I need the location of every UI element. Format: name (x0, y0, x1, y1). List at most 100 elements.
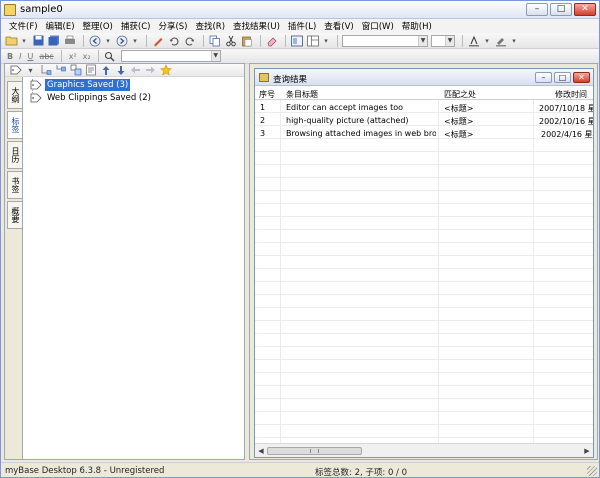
down-icon[interactable] (114, 64, 127, 77)
menu-capture[interactable]: 捕获(C) (117, 20, 155, 32)
chevron-down-icon[interactable]: ▾ (322, 34, 330, 47)
format-toolbar: B I U abc x² x₂ ▼ (1, 49, 599, 64)
column-header-match[interactable]: 匹配之处 (444, 89, 476, 100)
results-window-icon (259, 73, 269, 82)
right-icon[interactable] (144, 64, 157, 77)
find-icon[interactable] (103, 50, 117, 63)
menu-plugins[interactable]: 插件(L) (284, 20, 320, 32)
underline-button[interactable]: U (24, 52, 36, 61)
chevron-down-icon[interactable]: ▾ (131, 34, 139, 47)
eraser-icon[interactable] (265, 34, 279, 47)
star-icon[interactable] (159, 64, 172, 77)
chevron-down-icon[interactable]: ▾ (24, 64, 37, 77)
scroll-right-icon[interactable]: ▶ (582, 446, 592, 456)
undo-icon[interactable] (167, 34, 181, 47)
column-header-index[interactable]: 序号 (259, 89, 275, 100)
chevron-down-icon[interactable]: ▾ (104, 34, 112, 47)
tab-overview[interactable]: 概要 (7, 201, 22, 229)
tab-outline[interactable]: 大纲 (7, 81, 22, 109)
title-bar[interactable]: sample0 – □ ✕ (1, 1, 599, 19)
chevron-down-icon[interactable]: ▾ (20, 34, 28, 47)
resize-grip-icon[interactable] (587, 466, 597, 476)
row-match: <标题> (444, 104, 474, 113)
row-match: <标题> (444, 117, 474, 126)
menu-help[interactable]: 帮助(H) (398, 20, 436, 32)
cut-icon[interactable] (224, 34, 238, 47)
chevron-down-icon[interactable]: ▾ (510, 34, 518, 47)
table-row[interactable]: 2 high-quality picture (attached) <标题> 2… (255, 114, 593, 127)
results-title-bar[interactable]: 查询结果 – □ ✕ (255, 69, 593, 86)
font-family-select[interactable]: ▼ (342, 34, 428, 47)
menu-window[interactable]: 窗口(W) (358, 20, 398, 32)
horizontal-scrollbar[interactable]: ◀ ▶ (255, 443, 593, 457)
tab-bookmarks[interactable]: 书签 (7, 171, 22, 199)
menu-file[interactable]: 文件(F) (5, 20, 42, 32)
pen-icon[interactable] (151, 34, 165, 47)
column-header-modified[interactable]: 修改时间 (555, 89, 587, 100)
tree-item[interactable]: Graphics Saved (3) (30, 78, 131, 91)
move-icon[interactable] (69, 64, 82, 77)
column-header-title[interactable]: 条目标题 (286, 89, 318, 100)
row-title: Editor can accept images too (286, 103, 404, 112)
table-row[interactable]: 3 Browsing attached images in web bro...… (255, 127, 593, 140)
app-window: sample0 – □ ✕ 文件(F) 编辑(E) 整理(O) 捕获(C) 分享… (0, 0, 600, 478)
left-icon[interactable] (129, 64, 142, 77)
close-button[interactable]: ✕ (574, 3, 596, 16)
main-toolbar: ▾ ▾ ▾ ▾ ▼ ▼ ▾ ▾ (1, 33, 599, 49)
menu-edit[interactable]: 编辑(E) (42, 20, 79, 32)
forward-icon[interactable] (115, 34, 129, 47)
minimize-button[interactable]: – (526, 3, 548, 16)
back-icon[interactable] (88, 34, 102, 47)
new-tag-icon[interactable] (39, 64, 52, 77)
text-color-icon[interactable] (467, 34, 481, 47)
tag-icon[interactable] (9, 64, 22, 77)
row-title: Browsing attached images in web bro... (286, 129, 436, 138)
toolbar-separator (285, 34, 286, 47)
maximize-button[interactable]: □ (550, 3, 572, 16)
tag-pane: ▾ 大纲 标签 日历 书签 概要 Graphics Saved (3) Web … (4, 63, 245, 460)
subscript-button[interactable]: x₂ (80, 52, 94, 61)
menu-view[interactable]: 查看(V) (320, 20, 357, 32)
tree-item[interactable]: Web Clippings Saved (2) (30, 91, 153, 104)
results-maximize-button[interactable]: □ (554, 72, 571, 83)
row-index: 3 (260, 129, 266, 138)
bold-button[interactable]: B (4, 52, 16, 61)
menu-share[interactable]: 分享(S) (154, 20, 191, 32)
print-icon[interactable] (63, 34, 77, 47)
properties-icon[interactable] (84, 64, 97, 77)
paste-icon[interactable] (240, 34, 254, 47)
italic-button[interactable]: I (16, 52, 24, 61)
child-tag-icon[interactable] (54, 64, 67, 77)
chevron-down-icon: ▼ (445, 35, 454, 46)
chevron-down-icon[interactable]: ▾ (483, 34, 491, 47)
results-close-button[interactable]: ✕ (573, 72, 590, 83)
redo-icon[interactable] (183, 34, 197, 47)
menu-bar: 文件(F) 编辑(E) 整理(O) 捕获(C) 分享(S) 查找(R) 查找结果… (1, 19, 599, 33)
layout-icon[interactable] (306, 34, 320, 47)
menu-find-results[interactable]: 查找结果(U) (229, 20, 284, 32)
scrollbar-thumb[interactable] (267, 447, 362, 455)
view-icon[interactable] (290, 34, 304, 47)
column-divider (438, 87, 439, 444)
results-title: 查询结果 (273, 75, 308, 85)
menu-find[interactable]: 查找(R) (191, 20, 229, 32)
save-icon[interactable] (31, 34, 45, 47)
highlight-icon[interactable] (494, 34, 508, 47)
open-folder-icon[interactable] (4, 34, 18, 47)
close-icon: ✕ (581, 4, 589, 14)
search-input[interactable]: ▼ (120, 50, 221, 62)
save-all-icon[interactable] (47, 34, 61, 47)
superscript-button[interactable]: x² (66, 52, 80, 61)
table-row[interactable]: 1 Editor can accept images too <标题> 2007… (255, 101, 593, 114)
tab-tags[interactable]: 标签 (7, 111, 22, 139)
menu-organize[interactable]: 整理(O) (79, 20, 117, 32)
status-bar: myBase Desktop 6.3.8 - Unregistered 标签总数… (1, 462, 599, 478)
results-minimize-button[interactable]: – (535, 72, 552, 83)
strikethrough-button[interactable]: abc (36, 52, 56, 61)
scroll-left-icon[interactable]: ◀ (256, 446, 266, 456)
up-icon[interactable] (99, 64, 112, 77)
toolbar-separator (203, 34, 204, 47)
tab-calendar[interactable]: 日历 (7, 141, 22, 169)
copy-icon[interactable] (208, 34, 222, 47)
font-size-select[interactable]: ▼ (431, 34, 455, 47)
